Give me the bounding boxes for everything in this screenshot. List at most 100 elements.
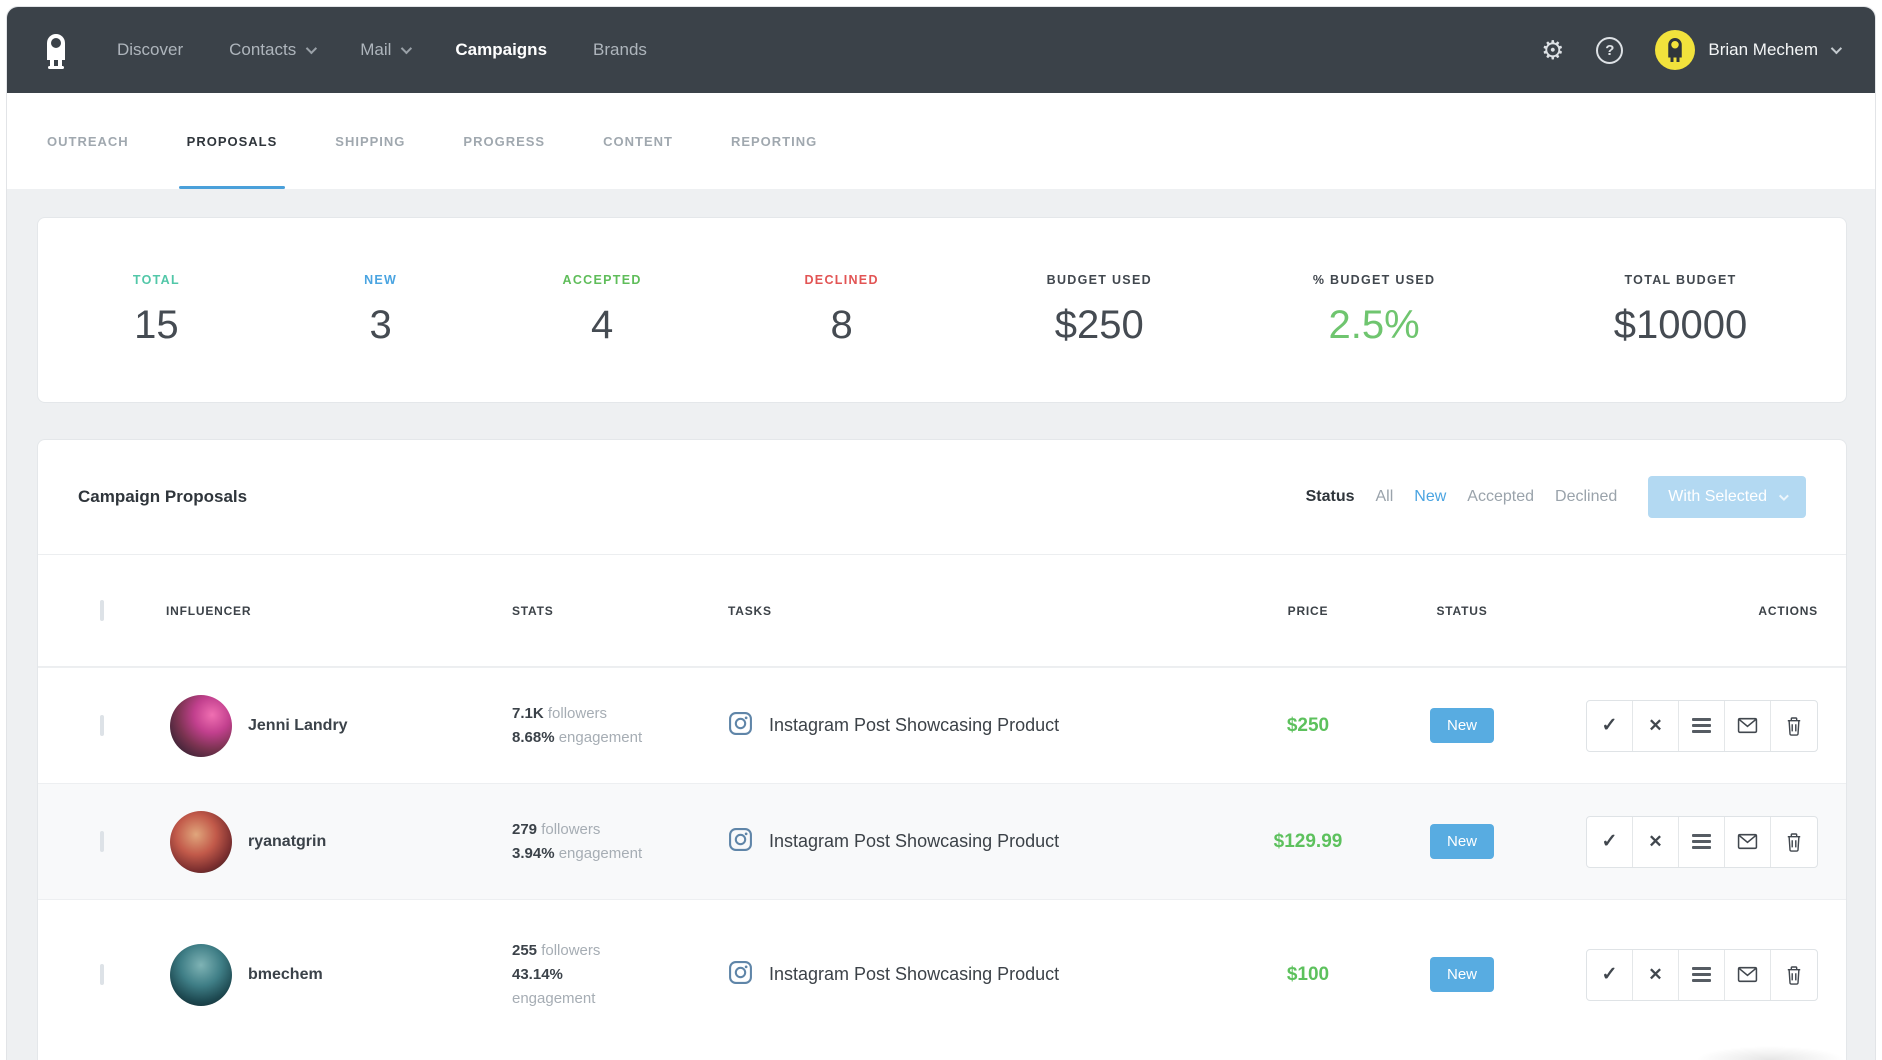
nav-item-campaigns[interactable]: Campaigns	[455, 40, 547, 60]
stat-label: TOTAL	[133, 273, 180, 287]
status-badge: New	[1430, 957, 1494, 992]
table-row: ryanatgrin 279 followers 3.94% engagemen…	[38, 783, 1846, 899]
hamburger-icon	[1692, 718, 1711, 733]
envelope-icon	[1737, 966, 1758, 983]
stat-new: NEW 3	[275, 273, 487, 348]
stat-value: 15	[134, 303, 179, 348]
filter-option-accepted[interactable]: Accepted	[1467, 488, 1534, 506]
tab-label: PROPOSALS	[187, 134, 278, 149]
gear-icon[interactable]: ⚙	[1541, 37, 1564, 63]
stat-value: 2.5%	[1329, 303, 1420, 348]
table-row: bmechem 255 followers 43.14% engagement …	[38, 899, 1846, 1049]
engagement-value: 3.94%	[512, 845, 555, 862]
delete-button[interactable]	[1771, 701, 1817, 751]
chevron-down-icon	[1779, 491, 1789, 501]
task-description: Instagram Post Showcasing Product	[769, 831, 1059, 852]
accept-button[interactable]: ✓	[1587, 950, 1633, 1000]
accept-button[interactable]: ✓	[1587, 701, 1633, 751]
stat-label: NEW	[364, 273, 397, 287]
stat-value: 8	[831, 303, 853, 348]
delete-button[interactable]	[1771, 950, 1817, 1000]
tab-shipping[interactable]: SHIPPING	[335, 93, 405, 189]
user-menu[interactable]: Brian Mechem	[1655, 30, 1839, 70]
influencer-avatar[interactable]	[170, 811, 232, 873]
tab-label: CONTENT	[603, 134, 673, 149]
row-checkbox[interactable]	[100, 964, 104, 985]
nav-label: Mail	[360, 40, 391, 60]
tab-label: OUTREACH	[47, 134, 129, 149]
nav-label: Campaigns	[455, 40, 547, 60]
menu-button[interactable]	[1679, 950, 1725, 1000]
nav-item-discover[interactable]: Discover	[117, 40, 183, 60]
status-badge: New	[1430, 708, 1494, 743]
envelope-icon	[1737, 833, 1758, 850]
engagement-value: 43.14%	[512, 966, 563, 983]
engagement-unit: engagement	[559, 729, 642, 746]
message-button[interactable]	[1725, 817, 1771, 867]
influencer-name[interactable]: bmechem	[248, 966, 323, 984]
stat-label: ACCEPTED	[563, 273, 642, 287]
with-selected-label: With Selected	[1668, 488, 1767, 506]
tab-content[interactable]: CONTENT	[603, 93, 673, 189]
filter-option-declined[interactable]: Declined	[1555, 488, 1617, 506]
influencer-avatar[interactable]	[170, 695, 232, 757]
row-checkbox[interactable]	[100, 831, 104, 852]
menu-button[interactable]	[1679, 701, 1725, 751]
status-filter: Status All New Accepted Declined With Se…	[1306, 476, 1806, 518]
select-all-checkbox[interactable]	[100, 600, 104, 621]
avatar	[1655, 30, 1695, 70]
hamburger-icon	[1692, 834, 1711, 849]
nav-item-contacts[interactable]: Contacts	[229, 40, 314, 60]
delete-button[interactable]	[1771, 817, 1817, 867]
decline-button[interactable]: ✕	[1633, 701, 1679, 751]
trash-icon	[1786, 716, 1802, 736]
stat-label: TOTAL BUDGET	[1624, 273, 1736, 287]
filter-option-new[interactable]: New	[1414, 488, 1446, 506]
status-filter-label: Status	[1306, 488, 1355, 506]
trash-icon	[1786, 832, 1802, 852]
influencer-name[interactable]: Jenni Landry	[248, 717, 348, 735]
message-button[interactable]	[1725, 950, 1771, 1000]
row-actions: ✓ ✕	[1586, 949, 1818, 1001]
stat-declined: DECLINED 8	[718, 273, 966, 348]
top-navbar: Discover Contacts Mail Campaigns Brands …	[7, 7, 1875, 93]
followers-unit: followers	[541, 821, 600, 838]
engagement-value: 8.68%	[512, 729, 555, 746]
tab-label: PROGRESS	[463, 134, 545, 149]
message-button[interactable]	[1725, 701, 1771, 751]
nav-item-mail[interactable]: Mail	[360, 40, 409, 60]
tab-reporting[interactable]: REPORTING	[731, 93, 817, 189]
task-description: Instagram Post Showcasing Product	[769, 964, 1059, 985]
decline-button[interactable]: ✕	[1633, 950, 1679, 1000]
column-influencer: INFLUENCER	[166, 604, 251, 618]
chevron-down-icon	[306, 43, 317, 54]
tab-outreach[interactable]: OUTREACH	[47, 93, 129, 189]
page-content: TOTAL 15 NEW 3 ACCEPTED 4 DECLINED 8 BUD…	[7, 189, 1875, 1060]
influencer-avatar[interactable]	[170, 944, 232, 1006]
row-actions: ✓ ✕	[1586, 700, 1818, 752]
row-actions: ✓ ✕	[1586, 816, 1818, 868]
with-selected-button[interactable]: With Selected	[1648, 476, 1806, 518]
filter-option-all[interactable]: All	[1376, 488, 1394, 506]
tab-progress[interactable]: PROGRESS	[463, 93, 545, 189]
stat-budget-used: BUDGET USED $250	[965, 273, 1233, 348]
campaign-proposals-card: Campaign Proposals Status All New Accept…	[37, 439, 1847, 1060]
menu-button[interactable]	[1679, 817, 1725, 867]
decline-button[interactable]: ✕	[1633, 817, 1679, 867]
envelope-icon	[1737, 717, 1758, 734]
task-description: Instagram Post Showcasing Product	[769, 715, 1059, 736]
influencer-name[interactable]: ryanatgrin	[248, 833, 326, 851]
nav-item-brands[interactable]: Brands	[593, 40, 647, 60]
engagement-unit: engagement	[512, 990, 595, 1007]
price-value: $100	[1287, 964, 1329, 985]
column-tasks: TASKS	[728, 604, 772, 618]
stat-percent-budget-used: % BUDGET USED 2.5%	[1233, 273, 1515, 348]
price-value: $129.99	[1274, 831, 1343, 852]
accept-button[interactable]: ✓	[1587, 817, 1633, 867]
tab-proposals[interactable]: PROPOSALS	[187, 93, 278, 189]
grin-logo-icon[interactable]	[43, 28, 71, 72]
help-icon[interactable]: ?	[1596, 37, 1623, 64]
instagram-icon	[728, 960, 753, 990]
column-actions: ACTIONS	[1758, 604, 1818, 618]
row-checkbox[interactable]	[100, 715, 104, 736]
